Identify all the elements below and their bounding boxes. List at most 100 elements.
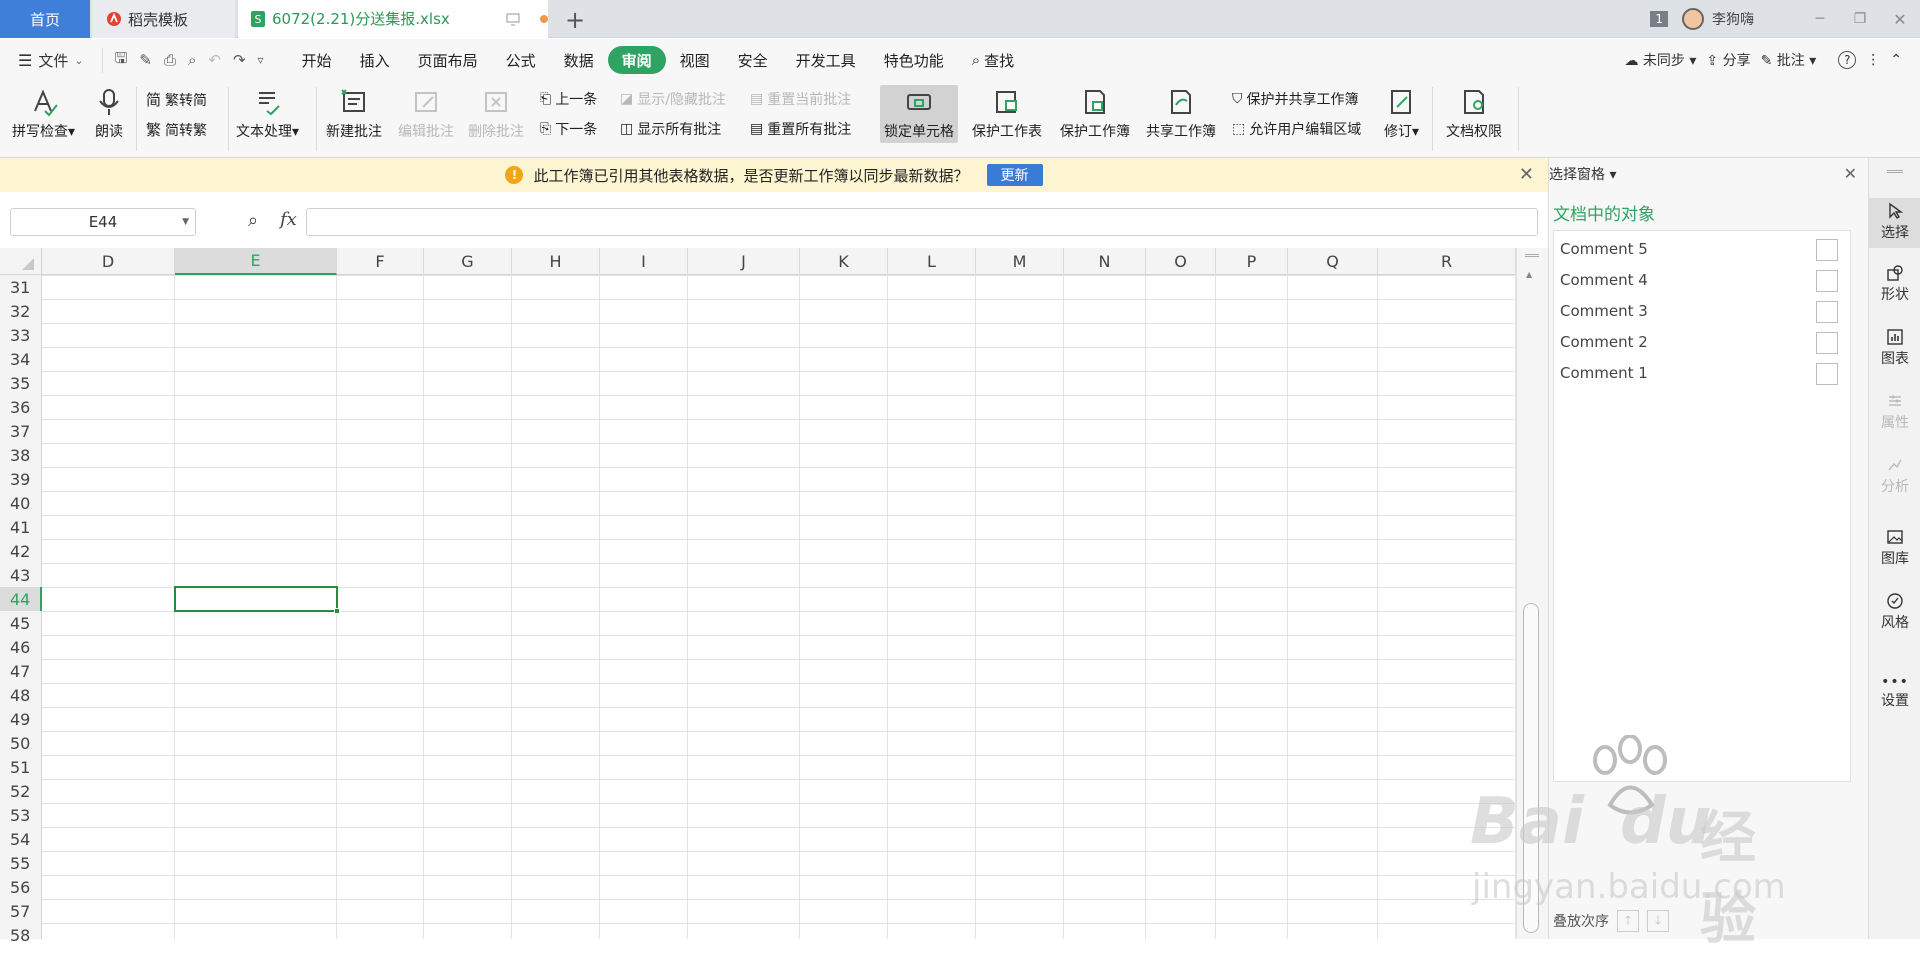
sidebar-item-chart[interactable]: 图表: [1869, 328, 1920, 368]
text-process-button[interactable]: 文本处理▾: [236, 87, 299, 141]
spell-check-button[interactable]: 拼写检查▾: [12, 87, 75, 141]
simp-to-trad-button[interactable]: 繁简转繁: [146, 119, 207, 140]
reset-all-comments-button[interactable]: ▤ 重置所有批注: [750, 119, 851, 139]
close-window-icon[interactable]: ✕: [1880, 10, 1920, 29]
object-list-item[interactable]: Comment 1: [1554, 359, 1850, 387]
comment-button[interactable]: ✎ 批注 ▾: [1761, 50, 1817, 70]
save-icon[interactable]: 🖫: [115, 48, 128, 73]
selection-pane-title[interactable]: 选择窗格 ▾: [1549, 164, 1616, 184]
cell-grid[interactable]: [42, 275, 1516, 939]
row-header-52[interactable]: 52: [0, 779, 42, 803]
row-header-51[interactable]: 51: [0, 755, 42, 779]
row-header-31[interactable]: 31: [0, 275, 42, 299]
column-header-i[interactable]: I: [600, 248, 688, 275]
row-header-57[interactable]: 57: [0, 899, 42, 923]
help-icon[interactable]: ?: [1838, 51, 1857, 69]
tab-templates[interactable]: 稻壳模板: [92, 0, 235, 38]
close-notice-icon[interactable]: ✕: [1519, 164, 1534, 185]
row-header-33[interactable]: 33: [0, 323, 42, 347]
sidebar-item-shape[interactable]: 形状: [1869, 264, 1920, 304]
show-all-comments-button[interactable]: ◫ 显示所有批注: [620, 119, 721, 139]
print-preview-icon[interactable]: ⌕: [188, 51, 196, 69]
row-header-48[interactable]: 48: [0, 683, 42, 707]
move-up-icon[interactable]: 🡑: [1617, 910, 1639, 932]
column-header-o[interactable]: O: [1146, 248, 1216, 275]
add-tab-button[interactable]: +: [565, 6, 585, 34]
share-workbook-button[interactable]: 共享工作簿: [1146, 87, 1216, 141]
split-handle[interactable]: [1525, 254, 1539, 257]
column-header-l[interactable]: L: [888, 248, 976, 275]
row-header-40[interactable]: 40: [0, 491, 42, 515]
previous-comment-button[interactable]: ⎗ 上一条: [540, 89, 597, 109]
column-header-n[interactable]: N: [1064, 248, 1146, 275]
column-header-r[interactable]: R: [1378, 248, 1516, 275]
tab-insert[interactable]: 插入: [346, 46, 404, 74]
row-header-55[interactable]: 55: [0, 851, 42, 875]
minimize-icon[interactable]: ─: [1800, 11, 1840, 27]
search-button[interactable]: ⌕ 查找: [958, 46, 1028, 74]
row-header-41[interactable]: 41: [0, 515, 42, 539]
row-header-36[interactable]: 36: [0, 395, 42, 419]
next-comment-button[interactable]: ⎘ 下一条: [540, 119, 597, 139]
tab-view[interactable]: 视图: [666, 46, 724, 74]
allow-edit-ranges-button[interactable]: ⬚ 允许用户编辑区域: [1232, 119, 1361, 139]
sidebar-item-select[interactable]: 选择: [1869, 198, 1920, 248]
vertical-scrollbar[interactable]: ▲: [1516, 248, 1548, 939]
row-header-34[interactable]: 34: [0, 347, 42, 371]
new-comment-button[interactable]: 新建批注: [326, 87, 382, 141]
row-header-49[interactable]: 49: [0, 707, 42, 731]
tab-start[interactable]: 开始: [288, 46, 346, 74]
tab-review[interactable]: 审阅: [607, 46, 666, 74]
select-all-corner[interactable]: [0, 248, 42, 275]
row-header-44[interactable]: 44: [0, 587, 42, 611]
row-header-39[interactable]: 39: [0, 467, 42, 491]
lock-cell-button[interactable]: 锁定单元格: [880, 85, 958, 143]
document-rights-button[interactable]: 文档权限: [1446, 87, 1502, 141]
object-list-item[interactable]: Comment 3: [1554, 297, 1850, 325]
object-list-item[interactable]: Comment 2: [1554, 328, 1850, 356]
read-aloud-button[interactable]: 朗读: [94, 87, 124, 141]
undo-icon[interactable]: ↶: [208, 51, 221, 69]
name-box[interactable]: E44 ▼: [10, 208, 196, 236]
zoom-icon[interactable]: ⌕: [248, 210, 258, 231]
row-header-43[interactable]: 43: [0, 563, 42, 587]
column-header-d[interactable]: D: [42, 248, 175, 275]
protect-and-share-button[interactable]: ⛉ 保护并共享工作簿: [1232, 89, 1359, 109]
scroll-up-arrow-icon[interactable]: ▲: [1526, 270, 1532, 279]
tab-file[interactable]: S 6072(2.21)分送集报.xlsx: [238, 0, 548, 38]
protect-sheet-button[interactable]: 保护工作表: [972, 87, 1042, 141]
column-header-g[interactable]: G: [424, 248, 512, 275]
customize-icon[interactable]: ▿: [258, 53, 264, 67]
row-header-42[interactable]: 42: [0, 539, 42, 563]
sidebar-item-analysis[interactable]: 分析: [1869, 456, 1920, 496]
update-button[interactable]: 更新: [986, 164, 1043, 186]
redo-icon[interactable]: ↷: [233, 51, 246, 69]
share-button[interactable]: ⇪ 分享: [1706, 50, 1750, 70]
object-list-item[interactable]: Comment 4: [1554, 266, 1850, 294]
sidebar-item-style[interactable]: 风格: [1869, 592, 1920, 632]
tab-developer[interactable]: 开发工具: [782, 46, 870, 74]
restore-icon[interactable]: ❐: [1840, 11, 1880, 27]
column-header-p[interactable]: P: [1216, 248, 1288, 275]
protect-workbook-button[interactable]: 保护工作簿: [1060, 87, 1130, 141]
row-header-56[interactable]: 56: [0, 875, 42, 899]
visibility-checkbox[interactable]: [1816, 301, 1838, 323]
row-header-37[interactable]: 37: [0, 419, 42, 443]
column-header-k[interactable]: K: [800, 248, 888, 275]
close-pane-icon[interactable]: ✕: [1844, 164, 1857, 183]
tab-page-layout[interactable]: 页面布局: [404, 46, 492, 74]
tab-data[interactable]: 数据: [550, 46, 608, 74]
row-header-46[interactable]: 46: [0, 635, 42, 659]
visibility-checkbox[interactable]: [1816, 363, 1838, 385]
row-header-50[interactable]: 50: [0, 731, 42, 755]
sidebar-item-properties[interactable]: 属性: [1869, 392, 1920, 432]
edit-comment-button[interactable]: 编辑批注: [398, 87, 454, 141]
visibility-checkbox[interactable]: [1816, 270, 1838, 292]
selected-cell[interactable]: [174, 586, 340, 614]
row-header-47[interactable]: 47: [0, 659, 42, 683]
row-header-45[interactable]: 45: [0, 611, 42, 635]
trad-to-simp-button[interactable]: 简繁转简: [146, 89, 207, 110]
sidebar-item-settings[interactable]: ••• 设置: [1869, 674, 1920, 710]
print-icon[interactable]: ⎙: [164, 51, 176, 69]
track-changes-button[interactable]: 修订▾: [1384, 87, 1419, 141]
